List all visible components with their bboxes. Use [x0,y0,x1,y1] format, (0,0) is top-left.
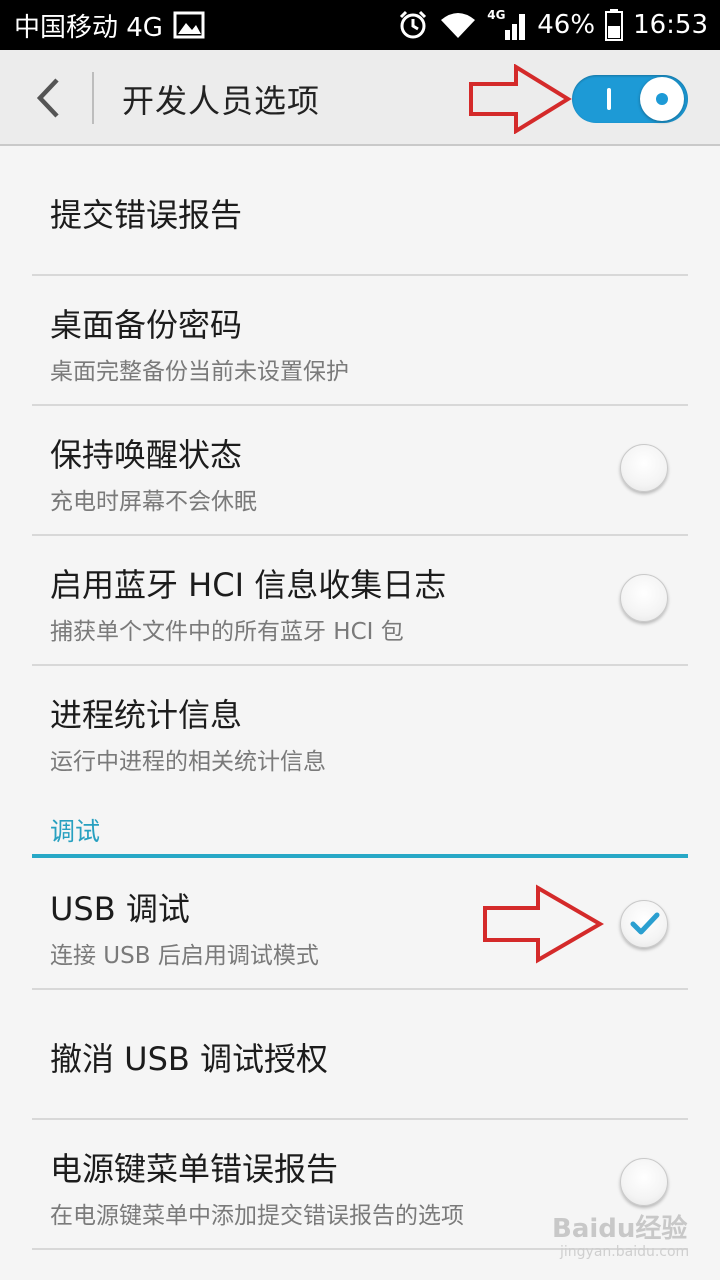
battery-icon [605,9,624,41]
item-subtitle: 运行中进程的相关统计信息 [50,749,326,775]
section-header-debugging: 调试 [32,808,688,858]
clock: 16:53 [633,10,708,40]
annotation-arrow-icon [469,64,572,134]
watermark-url: jingyan.baidu.com [560,1244,690,1260]
stay-awake-checkbox[interactable] [620,444,668,492]
list-item-process-stats[interactable]: 进程统计信息 运行中进程的相关统计信息 [32,666,688,796]
item-title: USB 调试 [50,890,190,928]
list-item-desktop-backup-password[interactable]: 桌面备份密码 桌面完整备份当前未设置保护 [32,276,688,406]
item-subtitle: 充电时屏幕不会休眠 [50,489,257,515]
item-title: 提交错误报告 [50,196,243,234]
network-type-label: 4G [487,8,506,22]
checkmark-icon [630,912,660,935]
battery-percent: 46% [537,10,596,40]
status-bar: 中国移动 4G 4G 46% 16:53 [0,0,720,50]
item-subtitle: 连接 USB 后启用调试模式 [50,943,319,969]
list-item-bluetooth-hci-log[interactable]: 启用蓝牙 HCI 信息收集日志 捕获单个文件中的所有蓝牙 HCI 包 [32,536,688,666]
item-title: 电源键菜单错误报告 [50,1150,339,1188]
section-label: 调试 [50,817,101,846]
developer-options-switch[interactable] [572,75,688,123]
switch-on-indicator [607,88,611,110]
item-subtitle: 桌面完整备份当前未设置保护 [50,359,349,385]
chevron-left-icon [36,78,59,118]
power-menu-bug-report-checkbox[interactable] [620,1158,668,1206]
item-title: 进程统计信息 [50,696,243,734]
list-item-stay-awake[interactable]: 保持唤醒状态 充电时屏幕不会休眠 [32,406,688,536]
image-notification-icon [173,11,205,39]
back-button[interactable] [24,72,72,124]
carrier-label: 中国移动 4G [14,12,163,43]
item-title: 桌面备份密码 [50,306,243,344]
wifi-icon [439,10,477,40]
item-subtitle: 在电源键菜单中添加提交错误报告的选项 [50,1203,464,1229]
switch-knob [640,77,684,121]
alarm-icon [397,9,429,41]
watermark-logo: Baidu经验 [552,1214,688,1244]
item-title: 撤消 USB 调试授权 [50,1040,329,1078]
list-item-bug-report[interactable]: 提交错误报告 [32,146,688,276]
signal-icon: 4G [487,8,527,40]
item-subtitle: 捕获单个文件中的所有蓝牙 HCI 包 [50,619,404,645]
annotation-arrow-icon [483,884,604,964]
item-title: 保持唤醒状态 [50,436,243,474]
action-bar: 开发人员选项 [0,50,720,146]
action-bar-divider [92,72,94,124]
list-item-revoke-usb-auth[interactable]: 撤消 USB 调试授权 [32,990,688,1120]
item-title: 启用蓝牙 HCI 信息收集日志 [50,566,447,604]
usb-debugging-checkbox[interactable] [620,900,668,948]
bluetooth-hci-log-checkbox[interactable] [620,574,668,622]
page-title: 开发人员选项 [122,82,321,120]
